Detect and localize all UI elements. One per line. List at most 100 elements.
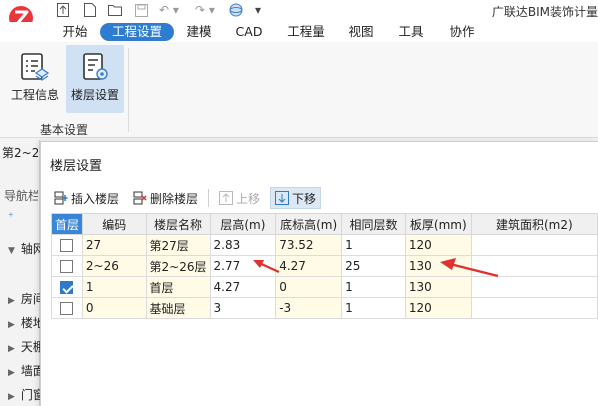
floor-height-cell[interactable]: 2.83 xyxy=(209,234,277,256)
base-elevation-cell[interactable]: 73.52 xyxy=(275,234,343,256)
code-cell[interactable]: 2~26 xyxy=(81,255,147,277)
floor-settings-icon xyxy=(83,53,108,80)
column-header[interactable]: 板厚(mm) xyxy=(404,213,472,235)
customize-dropdown-icon[interactable]: ▾ xyxy=(252,2,264,18)
delete-floor-button[interactable]: 删除楼层 xyxy=(129,187,202,209)
checkbox[interactable] xyxy=(60,260,74,273)
floor-settings-label: 楼层设置 xyxy=(70,88,119,102)
first-floor-checkbox-cell[interactable] xyxy=(51,234,83,256)
insert-floor-icon xyxy=(54,191,68,205)
move-down-label: 下移 xyxy=(292,191,317,206)
floor-select[interactable]: 第2~26层 xyxy=(2,144,38,161)
building-area-cell[interactable] xyxy=(470,255,598,277)
table-header-row: 首层 编码 楼层名称 层高(m) 底标高(m) 相同层数 板厚(mm) 建筑面积… xyxy=(51,213,598,235)
same-floors-cell[interactable]: 25 xyxy=(341,255,406,277)
menu-bar: 开始 工程设置 建模 CAD 工程量 视图 工具 协作 xyxy=(0,22,598,42)
column-header[interactable]: 底标高(m) xyxy=(275,213,343,235)
ribbon-group-label: 基本设置 xyxy=(40,123,89,137)
floor-settings-button[interactable]: 楼层设置 xyxy=(66,45,124,113)
menu-project-settings[interactable]: 工程设置 xyxy=(100,23,174,41)
move-up-button[interactable]: 上移 xyxy=(215,187,264,209)
column-header[interactable]: 编码 xyxy=(81,213,147,235)
column-header[interactable]: 建筑面积(m2) xyxy=(470,213,598,235)
menu-quantity[interactable]: 工程量 xyxy=(282,23,330,41)
menu-collaboration[interactable]: 协作 xyxy=(444,23,480,41)
column-header[interactable]: 相同层数 xyxy=(341,213,406,235)
open-folder-icon[interactable] xyxy=(107,2,123,18)
menu-start[interactable]: 开始 xyxy=(58,23,92,41)
column-header[interactable]: 楼层名称 xyxy=(145,213,211,235)
building-area-cell[interactable] xyxy=(470,297,598,319)
menu-modeling[interactable]: 建模 xyxy=(181,23,217,41)
collapse-arrow-icon: ▶ xyxy=(8,368,15,378)
floor-settings-dialog: 楼层设置 插入楼层 删除楼层 上移 下移 首层 编码 楼层名称 层高(m) 底标… xyxy=(40,141,598,406)
building-area-cell[interactable] xyxy=(470,276,598,298)
project-info-button[interactable]: 工程信息 xyxy=(6,45,64,113)
building-area-cell[interactable] xyxy=(470,234,598,256)
floor-table: 首层 编码 楼层名称 层高(m) 底标高(m) 相同层数 板厚(mm) 建筑面积… xyxy=(51,213,598,319)
menu-view[interactable]: 视图 xyxy=(343,23,379,41)
collapse-arrow-icon: ▶ xyxy=(8,344,15,354)
menu-cad[interactable]: CAD xyxy=(230,23,268,41)
menu-tools[interactable]: 工具 xyxy=(393,23,429,41)
base-elevation-cell[interactable]: 4.27 xyxy=(275,255,343,277)
arrow-down-icon xyxy=(275,191,290,205)
floor-height-cell[interactable]: 2.77 xyxy=(209,255,277,277)
first-floor-checkbox-cell[interactable] xyxy=(51,255,83,277)
move-down-button[interactable]: 下移 xyxy=(270,187,322,209)
nav-toolbar-icon[interactable]: ⁺ xyxy=(8,210,14,223)
checkbox[interactable] xyxy=(60,302,74,315)
arrow-up-icon xyxy=(219,191,234,205)
left-panel: 第2~26层 导航栏 ⁺ ▼轴网 ▶房间 ▶楼地面 ▶天棚 ▶墙面 ▶门窗 xyxy=(0,140,57,406)
move-up-label: 上移 xyxy=(236,191,261,206)
checkbox[interactable] xyxy=(60,239,74,252)
new-file-icon[interactable] xyxy=(82,2,98,18)
code-cell[interactable]: 1 xyxy=(81,276,147,298)
table-row[interactable]: 1 首层 4.27 0 1 130 xyxy=(51,276,598,298)
cloud-icon[interactable] xyxy=(228,2,244,18)
collapse-arrow-icon: ▶ xyxy=(8,296,15,306)
delete-floor-icon xyxy=(133,191,147,205)
dialog-toolbar: 插入楼层 删除楼层 上移 下移 xyxy=(50,186,327,210)
same-floors-cell[interactable]: 1 xyxy=(341,234,406,256)
table-row[interactable]: 2~26 第2~26层 2.77 4.27 25 130 xyxy=(51,255,598,277)
first-floor-checkbox-cell[interactable] xyxy=(51,276,83,298)
slab-thickness-cell[interactable]: 120 xyxy=(404,297,472,319)
save-icon[interactable] xyxy=(133,2,149,18)
table-row[interactable]: 27 第27层 2.83 73.52 1 120 xyxy=(51,234,598,256)
same-floors-cell[interactable]: 1 xyxy=(341,276,406,298)
checkbox-checked[interactable] xyxy=(60,281,74,294)
insert-floor-button[interactable]: 插入楼层 xyxy=(50,187,123,209)
collapse-arrow-icon: ▶ xyxy=(8,320,15,330)
table-row[interactable]: 0 基础层 3 -3 1 120 xyxy=(51,297,598,319)
column-header[interactable]: 层高(m) xyxy=(209,213,277,235)
dialog-title: 楼层设置 xyxy=(50,159,103,174)
app-title: 广联达BIM装饰计量 xyxy=(491,5,598,19)
base-elevation-cell[interactable]: 0 xyxy=(275,276,343,298)
redo-icon[interactable]: ↷ ▾ xyxy=(194,2,216,18)
floor-name-cell[interactable]: 第27层 xyxy=(145,234,211,256)
code-cell[interactable]: 0 xyxy=(81,297,147,319)
column-header[interactable]: 首层 xyxy=(51,213,83,235)
slab-thickness-cell[interactable]: 120 xyxy=(404,234,472,256)
floor-name-cell[interactable]: 第2~26层 xyxy=(145,255,211,277)
floor-height-cell[interactable]: 3 xyxy=(209,297,277,319)
project-info-icon xyxy=(21,53,50,81)
code-cell[interactable]: 27 xyxy=(81,234,147,256)
ribbon-group-divider xyxy=(128,48,129,132)
slab-thickness-cell[interactable]: 130 xyxy=(404,276,472,298)
floor-height-cell[interactable]: 4.27 xyxy=(209,276,277,298)
upload-icon[interactable] xyxy=(55,2,71,18)
slab-thickness-cell[interactable]: 130 xyxy=(404,255,472,277)
floor-name-cell[interactable]: 首层 xyxy=(145,276,211,298)
floor-name-cell[interactable]: 基础层 xyxy=(145,297,211,319)
same-floors-cell[interactable]: 1 xyxy=(341,297,406,319)
collapse-arrow-icon: ▶ xyxy=(8,392,15,402)
first-floor-checkbox-cell[interactable] xyxy=(51,297,83,319)
title-bar: ↶ ▾ ↷ ▾ ▾ 广联达BIM装饰计量 xyxy=(0,0,598,30)
expand-arrow-icon: ▼ xyxy=(8,246,15,256)
insert-floor-label: 插入楼层 xyxy=(71,191,120,206)
base-elevation-cell[interactable]: -3 xyxy=(275,297,343,319)
toolbar-divider xyxy=(208,189,210,207)
undo-icon[interactable]: ↶ ▾ xyxy=(158,2,180,18)
